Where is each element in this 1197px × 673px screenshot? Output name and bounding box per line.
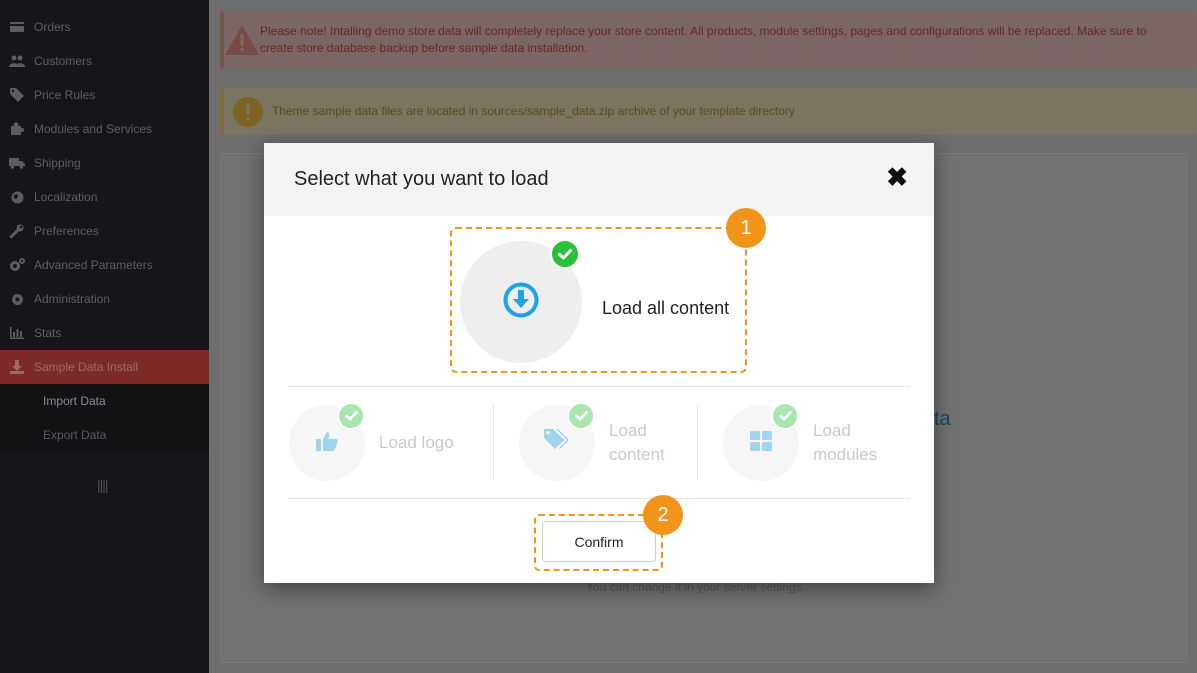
wrench-icon — [0, 224, 34, 238]
sidebar-item-localization[interactable]: Localization — [0, 180, 209, 214]
close-icon[interactable]: ✖ — [886, 164, 908, 190]
confirm-button[interactable]: Confirm — [542, 521, 656, 562]
sidebar-item-label: Customers — [34, 54, 93, 68]
modal-title: Select what you want to load — [294, 168, 549, 190]
vertical-divider — [493, 405, 494, 480]
sidebar-item-stats[interactable]: Stats — [0, 316, 209, 350]
download-icon — [0, 360, 34, 374]
sidebar-item-advanced-parameters[interactable]: Advanced Parameters — [0, 248, 209, 282]
modal-header: Select what you want to load ✖ — [264, 143, 934, 216]
vertical-divider — [697, 405, 698, 480]
check-icon — [567, 402, 595, 430]
step-badge-1: 1 — [726, 208, 766, 248]
danger-alert: Please note! Intalling demo store data w… — [220, 11, 1197, 69]
load-logo-label[interactable]: Load logo — [379, 431, 454, 455]
load-content-modal: Select what you want to load ✖ Load all … — [264, 143, 934, 583]
gear-icon — [0, 293, 34, 306]
sidebar: Orders Customers Price Rules Modules and… — [0, 0, 209, 673]
tags-icon — [0, 88, 34, 102]
puzzle-icon — [0, 122, 34, 136]
divider — [288, 386, 910, 387]
sidebar-subitem-import-data[interactable]: Import Data — [0, 384, 209, 418]
sidebar-subitem-export-data[interactable]: Export Data — [0, 418, 209, 452]
sidebar-item-sample-data-install[interactable]: Sample Data Install — [0, 350, 209, 384]
load-modules-label-line1: Load — [813, 421, 851, 440]
sidebar-item-label: Administration — [34, 292, 111, 306]
globe-icon — [0, 191, 34, 204]
sidebar-item-customers[interactable]: Customers — [0, 44, 209, 78]
sidebar-collapse-toggle[interactable]: |||| — [97, 477, 109, 493]
bar-chart-icon — [0, 327, 34, 339]
sidebar-item-orders[interactable]: Orders — [0, 10, 209, 44]
cogs-icon — [0, 258, 34, 272]
load-modules-label[interactable]: Load modules — [813, 419, 877, 467]
check-icon — [771, 402, 799, 430]
download-circle-icon — [503, 282, 539, 323]
sidebar-item-label: Shipping — [34, 156, 81, 170]
sidebar-item-modules[interactable]: Modules and Services — [0, 112, 209, 146]
background-text-fragment: ta — [934, 408, 951, 430]
step-badge-2: 2 — [643, 495, 683, 535]
load-content-label-line1: Load — [609, 421, 647, 440]
sidebar-item-label: Sample Data Install — [34, 360, 139, 374]
divider — [288, 498, 910, 499]
warning-triangle-icon — [224, 24, 260, 56]
sidebar-item-label: Stats — [34, 326, 62, 340]
users-icon — [0, 55, 34, 67]
sidebar-item-label: Modules and Services — [34, 122, 153, 136]
sidebar-item-price-rules[interactable]: Price Rules — [0, 78, 209, 112]
credit-card-icon — [0, 21, 34, 33]
sidebar-item-label: Advanced Parameters — [34, 258, 153, 272]
grid-icon — [750, 430, 772, 456]
sidebar-item-label: Preferences — [34, 224, 99, 238]
sidebar-item-preferences[interactable]: Preferences — [0, 214, 209, 248]
sidebar-subitem-label: Export Data — [43, 428, 107, 442]
load-content-label-line2: content — [609, 445, 665, 464]
load-modules-label-line2: modules — [813, 445, 878, 464]
sidebar-item-label: Localization — [34, 190, 98, 204]
sidebar-subitem-label: Import Data — [43, 394, 106, 408]
tags-icon — [544, 428, 570, 458]
load-all-content-label[interactable]: Load all content — [602, 298, 729, 319]
thumbs-up-icon — [316, 431, 338, 456]
sidebar-item-shipping[interactable]: Shipping — [0, 146, 209, 180]
sidebar-item-administration[interactable]: Administration — [0, 282, 209, 316]
load-content-label[interactable]: Load content — [609, 419, 665, 467]
exclamation-circle-icon — [224, 96, 272, 128]
sidebar-item-label: Price Rules — [34, 88, 96, 102]
warning-alert-text: Theme sample data files are located in s… — [272, 104, 795, 118]
sidebar-item-label: Orders — [34, 20, 71, 34]
check-icon — [550, 239, 580, 269]
danger-alert-text: Please note! Intalling demo store data w… — [260, 24, 1147, 55]
warning-alert: Theme sample data files are located in s… — [220, 88, 1197, 135]
check-icon — [337, 402, 365, 430]
truck-icon — [0, 157, 34, 169]
